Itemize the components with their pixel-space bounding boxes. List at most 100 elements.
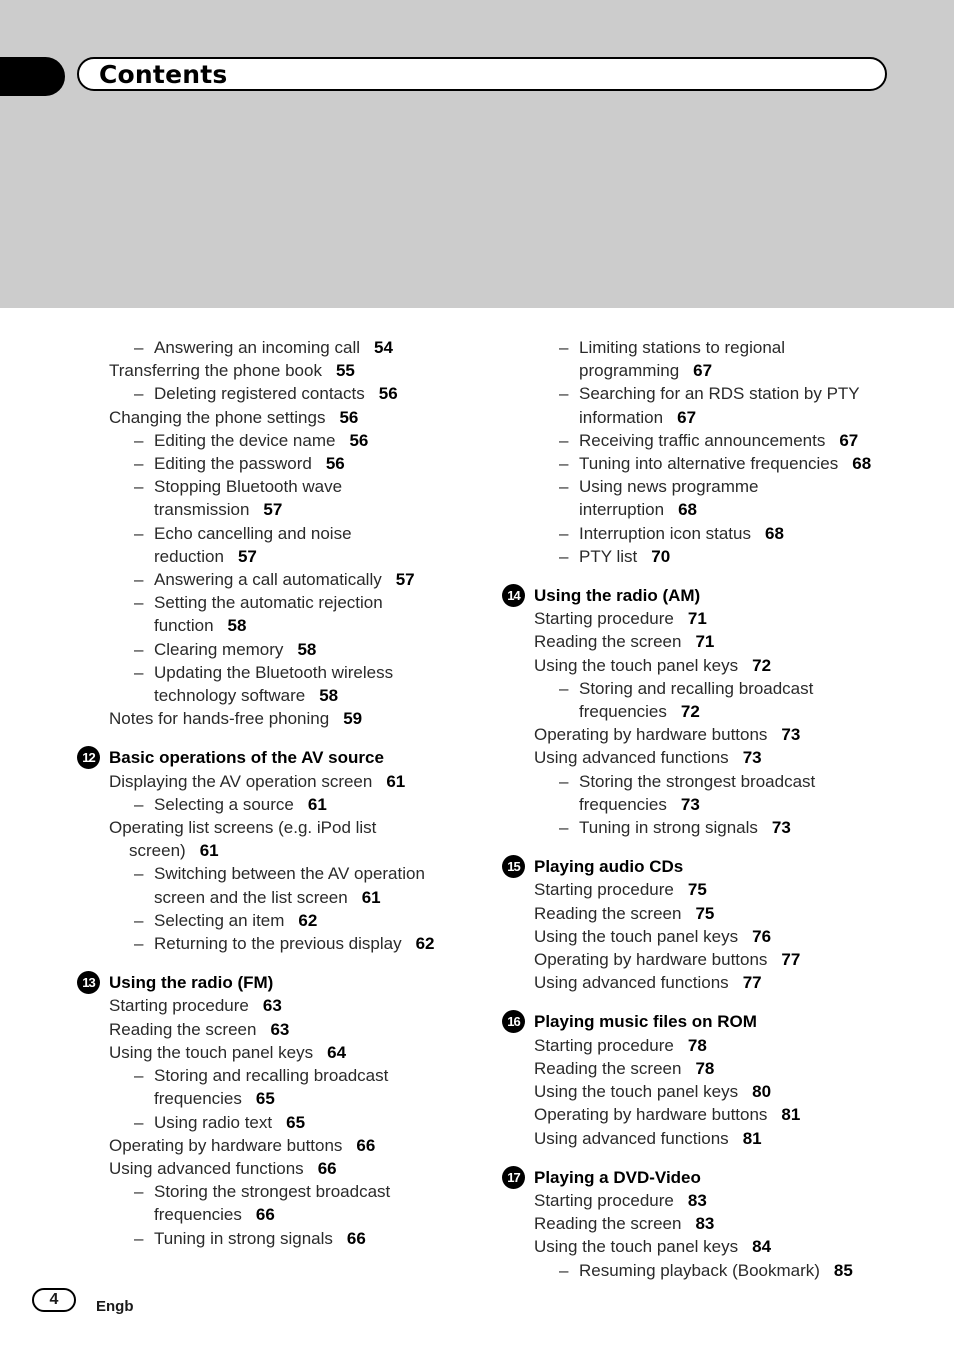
toc-entry[interactable]: Displaying the AV operation screen 61 — [77, 770, 497, 793]
toc-entry-continuation[interactable]: screen) 61 — [77, 839, 497, 862]
toc-subentry[interactable]: – Editing the password 56 — [77, 452, 497, 475]
page-ref[interactable]: 71 — [695, 632, 714, 651]
toc-entry[interactable]: Reading the screen 75 — [502, 902, 922, 925]
page-ref[interactable]: 77 — [781, 950, 800, 969]
toc-subentry-continuation[interactable]: frequencies 66 — [77, 1203, 497, 1226]
toc-subentry[interactable]: – Storing the strongest broadcast — [502, 770, 922, 793]
page-ref[interactable]: 75 — [688, 880, 707, 899]
toc-subentry[interactable]: – Echo cancelling and noise — [77, 522, 497, 545]
toc-subentry[interactable]: – Returning to the previous display 62 — [77, 932, 497, 955]
toc-subentry[interactable]: – Answering an incoming call 54 — [77, 336, 497, 359]
toc-entry[interactable]: Using the touch panel keys 76 — [502, 925, 922, 948]
toc-entry[interactable]: Using advanced functions 77 — [502, 971, 922, 994]
page-ref[interactable]: 80 — [752, 1082, 771, 1101]
toc-entry[interactable]: Operating list screens (e.g. iPod list — [77, 816, 497, 839]
page-ref[interactable]: 73 — [781, 725, 800, 744]
page-ref[interactable]: 66 — [318, 1159, 337, 1178]
page-ref[interactable]: 58 — [228, 616, 247, 635]
page-ref[interactable]: 68 — [852, 454, 871, 473]
page-ref[interactable]: 73 — [772, 818, 791, 837]
toc-subentry[interactable]: – Interruption icon status 68 — [502, 522, 922, 545]
toc-subentry-continuation[interactable]: frequencies 72 — [502, 700, 922, 723]
chapter-heading[interactable]: 14 Using the radio (AM) — [502, 584, 922, 608]
toc-subentry[interactable]: – Deleting registered contacts 56 — [77, 382, 497, 405]
page-ref[interactable]: 68 — [678, 500, 697, 519]
toc-subentry[interactable]: – Answering a call automatically 57 — [77, 568, 497, 591]
page-ref[interactable]: 63 — [263, 996, 282, 1015]
toc-subentry[interactable]: – Using news programme — [502, 475, 922, 498]
toc-entry[interactable]: Notes for hands-free phoning 59 — [77, 707, 497, 730]
page-ref[interactable]: 61 — [308, 795, 327, 814]
page-ref[interactable]: 62 — [416, 934, 435, 953]
toc-subentry-continuation[interactable]: reduction 57 — [77, 545, 497, 568]
page-ref[interactable]: 61 — [200, 841, 219, 860]
toc-entry[interactable]: Reading the screen 78 — [502, 1057, 922, 1080]
toc-entry[interactable]: Starting procedure 63 — [77, 994, 497, 1017]
toc-subentry[interactable]: – Clearing memory 58 — [77, 638, 497, 661]
chapter-heading[interactable]: 16 Playing music files on ROM — [502, 1010, 922, 1034]
toc-subentry[interactable]: – Tuning in strong signals 73 — [502, 816, 922, 839]
page-ref[interactable]: 67 — [677, 408, 696, 427]
page-ref[interactable]: 57 — [396, 570, 415, 589]
chapter-heading[interactable]: 15 Playing audio CDs — [502, 855, 922, 879]
page-ref[interactable]: 56 — [339, 408, 358, 427]
toc-subentry-continuation[interactable]: technology software 58 — [77, 684, 497, 707]
page-ref[interactable]: 56 — [379, 384, 398, 403]
page-ref[interactable]: 68 — [765, 524, 784, 543]
toc-subentry[interactable]: – Resuming playback (Bookmark) 85 — [502, 1259, 922, 1282]
toc-entry[interactable]: Using advanced functions 81 — [502, 1127, 922, 1150]
page-ref[interactable]: 54 — [374, 338, 393, 357]
page-ref[interactable]: 67 — [839, 431, 858, 450]
toc-subentry[interactable]: – Editing the device name 56 — [77, 429, 497, 452]
page-ref[interactable]: 72 — [681, 702, 700, 721]
page-ref[interactable]: 70 — [651, 547, 670, 566]
page-ref[interactable]: 84 — [752, 1237, 771, 1256]
page-ref[interactable]: 56 — [326, 454, 345, 473]
page-ref[interactable]: 76 — [752, 927, 771, 946]
page-ref[interactable]: 73 — [743, 748, 762, 767]
toc-subentry[interactable]: – Storing the strongest broadcast — [77, 1180, 497, 1203]
page-ref[interactable]: 58 — [297, 640, 316, 659]
toc-subentry[interactable]: – Tuning into alternative frequencies 68 — [502, 452, 922, 475]
toc-entry[interactable]: Operating by hardware buttons 66 — [77, 1134, 497, 1157]
toc-subentry[interactable]: – Updating the Bluetooth wireless — [77, 661, 497, 684]
page-ref[interactable]: 71 — [688, 609, 707, 628]
toc-entry[interactable]: Starting procedure 75 — [502, 878, 922, 901]
chapter-heading[interactable]: 12 Basic operations of the AV source — [77, 746, 497, 770]
page-ref[interactable]: 62 — [298, 911, 317, 930]
toc-subentry[interactable]: – Receiving traffic announcements 67 — [502, 429, 922, 452]
toc-entry[interactable]: Operating by hardware buttons 81 — [502, 1103, 922, 1126]
toc-subentry-continuation[interactable]: screen and the list screen 61 — [77, 886, 497, 909]
chapter-heading[interactable]: 13 Using the radio (FM) — [77, 971, 497, 995]
toc-subentry-continuation[interactable]: frequencies 73 — [502, 793, 922, 816]
toc-subentry[interactable]: – Storing and recalling broadcast — [77, 1064, 497, 1087]
toc-subentry[interactable]: – Switching between the AV operation — [77, 862, 497, 885]
toc-entry[interactable]: Using advanced functions 73 — [502, 746, 922, 769]
page-ref[interactable]: 72 — [752, 656, 771, 675]
toc-entry[interactable]: Operating by hardware buttons 77 — [502, 948, 922, 971]
toc-subentry[interactable]: – Using radio text 65 — [77, 1111, 497, 1134]
page-ref[interactable]: 81 — [743, 1129, 762, 1148]
toc-subentry-continuation[interactable]: function 58 — [77, 614, 497, 637]
toc-subentry-continuation[interactable]: frequencies 65 — [77, 1087, 497, 1110]
toc-entry[interactable]: Starting procedure 83 — [502, 1189, 922, 1212]
page-ref[interactable]: 55 — [336, 361, 355, 380]
page-ref[interactable]: 65 — [256, 1089, 275, 1108]
page-ref[interactable]: 56 — [349, 431, 368, 450]
toc-subentry[interactable]: – Storing and recalling broadcast — [502, 677, 922, 700]
page-ref[interactable]: 66 — [347, 1229, 366, 1248]
toc-entry[interactable]: Using the touch panel keys 80 — [502, 1080, 922, 1103]
page-ref[interactable]: 85 — [834, 1261, 853, 1280]
toc-entry[interactable]: Using the touch panel keys 64 — [77, 1041, 497, 1064]
toc-subentry[interactable]: – Searching for an RDS station by PTY — [502, 382, 922, 405]
page-ref[interactable]: 63 — [270, 1020, 289, 1039]
page-ref[interactable]: 59 — [343, 709, 362, 728]
toc-subentry[interactable]: – PTY list 70 — [502, 545, 922, 568]
toc-subentry[interactable]: – Tuning in strong signals 66 — [77, 1227, 497, 1250]
page-ref[interactable]: 73 — [681, 795, 700, 814]
page-ref[interactable]: 67 — [693, 361, 712, 380]
toc-entry[interactable]: Using the touch panel keys 84 — [502, 1235, 922, 1258]
page-ref[interactable]: 65 — [286, 1113, 305, 1132]
toc-subentry-continuation[interactable]: transmission 57 — [77, 498, 497, 521]
page-ref[interactable]: 64 — [327, 1043, 346, 1062]
